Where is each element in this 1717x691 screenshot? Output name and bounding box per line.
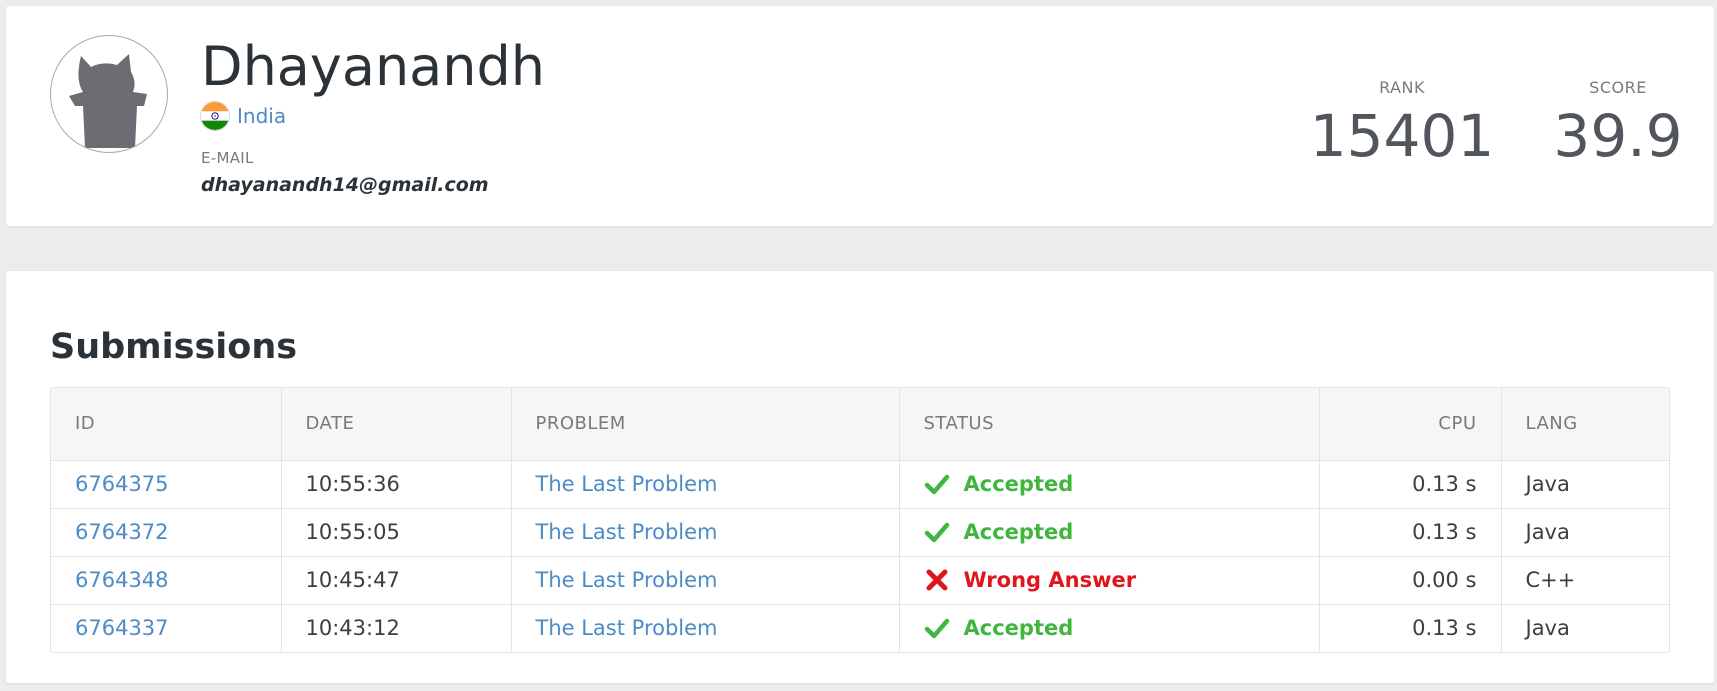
profile-card: Dhayanandh India E-MAIL dhayanandh14@gma… xyxy=(6,6,1714,226)
rank-value: 15401 xyxy=(1309,102,1495,170)
language: Java xyxy=(1525,616,1570,641)
status-text: Accepted xyxy=(963,616,1074,641)
rank-label: RANK xyxy=(1379,78,1425,97)
table-row: 6764337 10:43:12 The Last Problem Accept… xyxy=(51,604,1669,652)
column-header-lang: LANG xyxy=(1501,388,1669,461)
status-cell: Accepted xyxy=(924,615,1319,641)
status-cell: Wrong Answer xyxy=(924,567,1319,593)
submission-id-link[interactable]: 6764337 xyxy=(75,616,169,640)
column-header-cpu: CPU xyxy=(1319,388,1502,461)
problem-link[interactable]: The Last Problem xyxy=(536,472,718,496)
status-text: Accepted xyxy=(963,472,1074,496)
submission-date: 10:45:47 xyxy=(281,556,512,605)
submission-id-link[interactable]: 6764372 xyxy=(75,520,169,544)
table-row: 6764375 10:55:36 The Last Problem Accept… xyxy=(51,460,1669,509)
cpu-time: 0.13 s xyxy=(1319,508,1502,557)
column-header-id: ID xyxy=(51,388,282,461)
submission-date: 10:55:05 xyxy=(281,508,512,557)
submission-date: 10:43:12 xyxy=(281,604,512,652)
check-icon xyxy=(924,615,950,641)
problem-link[interactable]: The Last Problem xyxy=(536,520,718,544)
language: Java xyxy=(1501,508,1669,557)
avatar xyxy=(50,35,168,153)
profile-name: Dhayanandh xyxy=(201,35,545,98)
table-row: 6764372 10:55:05 The Last Problem Accept… xyxy=(51,508,1669,557)
submission-id-link[interactable]: 6764375 xyxy=(75,472,169,496)
country-link[interactable]: India xyxy=(237,104,286,128)
status-text: Accepted xyxy=(963,520,1074,544)
cpu-time: 0.13 s xyxy=(1319,460,1502,509)
table-row: 6764348 10:45:47 The Last Problem Wrong … xyxy=(51,556,1669,605)
score-stat: SCORE 39.9 xyxy=(1531,78,1705,169)
country: India xyxy=(201,101,286,131)
cpu-time: 0.13 s xyxy=(1319,604,1502,652)
cpu-time: 0.00 s xyxy=(1319,556,1502,605)
cat-silhouette-icon xyxy=(69,54,147,148)
column-header-status: STATUS xyxy=(899,388,1320,461)
table-header-row: ID DATE PROBLEM STATUS CPU LANG xyxy=(51,388,1669,461)
cross-icon xyxy=(924,567,950,593)
email-value: dhayanandh14@gmail.com xyxy=(201,174,489,196)
status-cell: Accepted xyxy=(924,471,1319,497)
check-icon xyxy=(924,471,950,497)
rank-stat: RANK 15401 xyxy=(1296,78,1508,169)
status-text: Wrong Answer xyxy=(963,568,1137,592)
submissions-title: Submissions xyxy=(50,327,298,367)
score-value: 39.9 xyxy=(1553,102,1683,170)
submissions-table: ID DATE PROBLEM STATUS CPU LANG 6764375 … xyxy=(50,387,1670,653)
submissions-card: Submissions ID DATE PROBLEM STATUS CPU L… xyxy=(6,271,1714,683)
language: C++ xyxy=(1501,556,1669,605)
india-flag-icon xyxy=(201,102,229,130)
check-icon xyxy=(924,519,950,545)
problem-link[interactable]: The Last Problem xyxy=(536,568,718,592)
column-header-date: DATE xyxy=(281,388,512,461)
status-cell: Accepted xyxy=(924,519,1319,545)
column-header-problem: PROBLEM xyxy=(511,388,900,461)
submission-id-link[interactable]: 6764348 xyxy=(75,568,169,592)
submission-date: 10:55:36 xyxy=(281,460,512,509)
email-label: E-MAIL xyxy=(201,149,254,167)
problem-link[interactable]: The Last Problem xyxy=(536,616,718,640)
language: Java xyxy=(1501,460,1669,509)
score-label: SCORE xyxy=(1589,78,1647,97)
